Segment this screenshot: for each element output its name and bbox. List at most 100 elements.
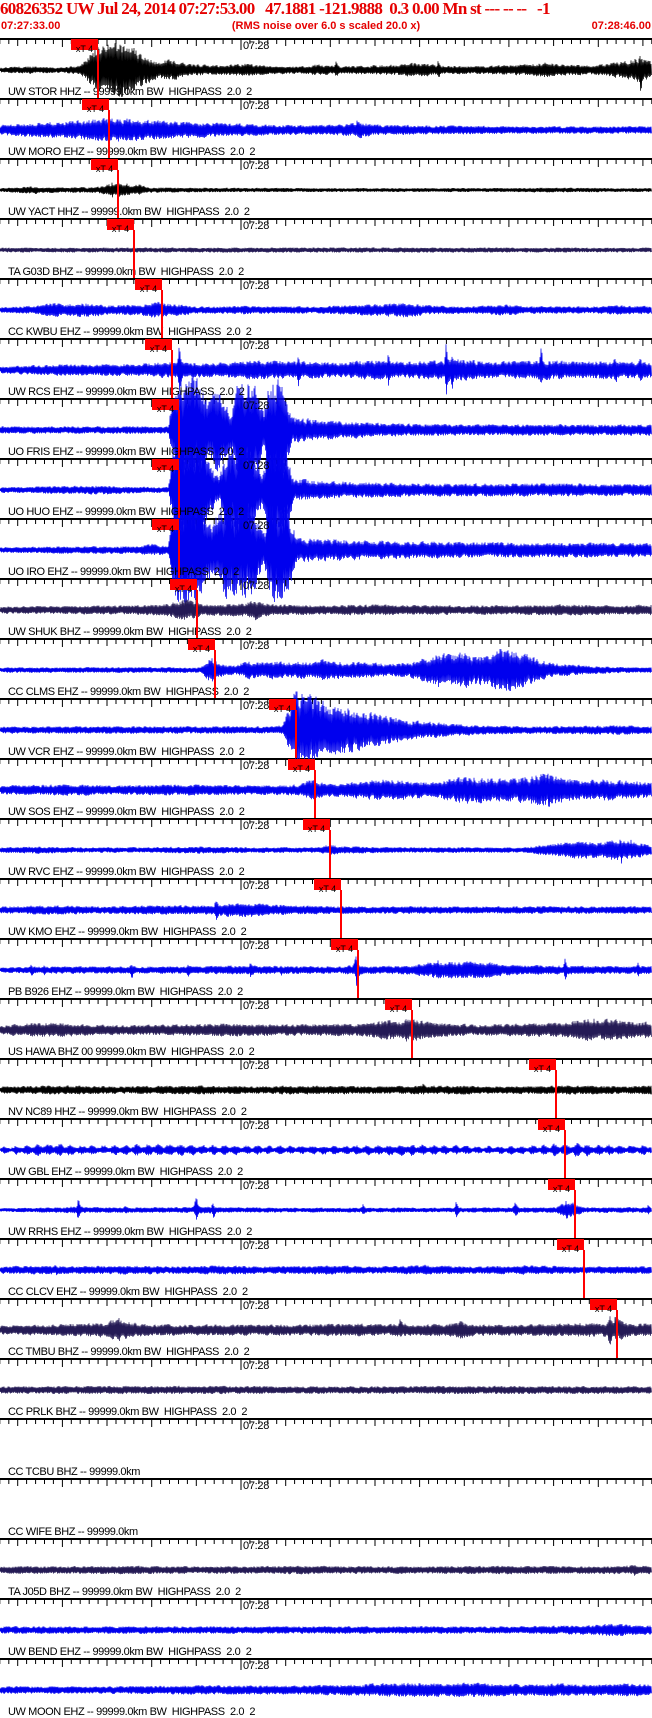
trace-panel-nc89[interactable]: 07:28 NV NC89 HHZ -- 99999.0km BW HIGHPA… bbox=[0, 1058, 652, 1118]
pick-flag[interactable]: xT 4 bbox=[170, 579, 197, 594]
pick-line[interactable] bbox=[295, 710, 297, 758]
trace-panel-yact[interactable]: 07:28 UW YACT HHZ -- 99999.0km BW HIGHPA… bbox=[0, 158, 652, 218]
pick-flag[interactable]: xT 4 bbox=[288, 759, 315, 774]
trace-panel-fris[interactable]: 07:28 UO FRIS EHZ -- 99999.0km BW HIGHPA… bbox=[0, 375, 652, 484]
time-tick-label: 07:28 bbox=[243, 580, 270, 592]
time-tick-label: 07:28 bbox=[243, 40, 270, 52]
pick-line[interactable] bbox=[214, 650, 216, 698]
pick-line[interactable] bbox=[117, 170, 119, 218]
pick-line[interactable] bbox=[340, 890, 342, 938]
trace-panel-clcv[interactable]: 07:28 CC CLCV EHZ -- 99999.0km BW HIGHPA… bbox=[0, 1238, 652, 1298]
pick-line[interactable] bbox=[564, 1130, 566, 1178]
pick-flag[interactable]: xT 4 bbox=[188, 639, 215, 654]
pick-flag[interactable]: xT 4 bbox=[529, 1059, 556, 1074]
pick-line[interactable] bbox=[108, 110, 110, 158]
event-header: 60826352 UW Jul 24, 2014 07:27:53.00 47.… bbox=[0, 0, 652, 38]
pick-flag[interactable]: xT 4 bbox=[269, 699, 296, 714]
waveform-trace bbox=[0, 1682, 652, 1698]
pick-line[interactable] bbox=[171, 350, 173, 398]
pick-flag-label: xT 4 bbox=[95, 164, 114, 174]
waveform-trace bbox=[0, 1316, 652, 1345]
pick-line[interactable] bbox=[357, 950, 359, 998]
pick-flag[interactable]: xT 4 bbox=[107, 219, 134, 234]
trace-panel-prlk[interactable]: 07:28 CC PRLK BHZ -- 99999.0km BW HIGHPA… bbox=[0, 1358, 652, 1418]
pick-line[interactable] bbox=[178, 470, 180, 518]
trace-panel-tmbu[interactable]: 07:28 CC TMBU BHZ -- 99999.0km BW HIGHPA… bbox=[0, 1298, 652, 1358]
pick-flag[interactable]: xT 4 bbox=[91, 159, 118, 174]
pick-flag[interactable]: xT 4 bbox=[135, 279, 162, 294]
trace-panel-vcr[interactable]: 07:28 UW VCR EHZ -- 99999.0km BW HIGHPAS… bbox=[0, 691, 652, 766]
pick-line[interactable] bbox=[616, 1310, 618, 1358]
trace-panel-gbl[interactable]: 07:28 UW GBL EHZ -- 99999.0km BW HIGHPAS… bbox=[0, 1118, 652, 1178]
waveform-trace bbox=[0, 901, 652, 920]
time-tick-label: 07:28 bbox=[243, 280, 270, 292]
trace-list: 07:28 UW STOR HHZ -- 99999.0km BW HIGHPA… bbox=[0, 38, 652, 1718]
pick-flag-label: xT 4 bbox=[292, 764, 311, 774]
pick-flag-label: xT 4 bbox=[542, 1124, 561, 1134]
pick-line[interactable] bbox=[196, 590, 198, 638]
pick-flag[interactable]: xT 4 bbox=[590, 1299, 617, 1314]
pick-line[interactable] bbox=[314, 770, 316, 818]
pick-line[interactable] bbox=[583, 1250, 585, 1298]
pick-line[interactable] bbox=[411, 1010, 413, 1058]
pick-flag-label: xT 4 bbox=[139, 284, 158, 294]
pick-line[interactable] bbox=[178, 410, 180, 458]
time-tick-label: 07:28 bbox=[243, 640, 270, 652]
seconds-tick-ruler bbox=[0, 1420, 652, 1430]
pick-line[interactable] bbox=[555, 1070, 557, 1118]
trace-panel-sos[interactable]: 07:28 UW SOS EHZ -- 99999.0km BW HIGHPAS… bbox=[0, 758, 652, 818]
seconds-tick-ruler bbox=[0, 280, 652, 290]
time-tick-label: 07:28 bbox=[243, 1360, 270, 1372]
trace-panel-huo[interactable]: 07:28 UO HUO EHZ -- 99999.0km BW HIGHPAS… bbox=[0, 437, 652, 543]
pick-flag-label: xT 4 bbox=[86, 104, 105, 114]
pick-flag[interactable]: xT 4 bbox=[385, 999, 412, 1014]
trace-panel-kwbu[interactable]: 07:28 CC KWBU EHZ -- 99999.0km BW HIGHPA… bbox=[0, 278, 652, 338]
pick-flag-label: xT 4 bbox=[75, 44, 94, 54]
pick-flag[interactable]: xT 4 bbox=[314, 879, 341, 894]
pick-flag[interactable]: xT 4 bbox=[152, 519, 179, 534]
trace-panel-kmo[interactable]: 07:28 UW KMO EHZ -- 99999.0km BW HIGHPAS… bbox=[0, 878, 652, 938]
time-tick-label: 07:28 bbox=[243, 400, 270, 412]
pick-line[interactable] bbox=[161, 290, 163, 338]
waveform-trace bbox=[0, 1565, 652, 1576]
pick-flag[interactable]: xT 4 bbox=[557, 1239, 584, 1254]
trace-panel-iro[interactable]: 07:28 UO IRO EHZ -- 99999.0km BW HIGHPAS… bbox=[0, 496, 652, 605]
pick-flag[interactable]: xT 4 bbox=[331, 939, 358, 954]
trace-panel-hawa[interactable]: 07:28 US HAWA BHZ 00 99999.0km BW HIGHPA… bbox=[0, 998, 652, 1058]
trace-panel-clms[interactable]: 07:28 CC CLMS EHZ -- 99999.0km BW HIGHPA… bbox=[0, 638, 652, 698]
pick-flag-label: xT 4 bbox=[307, 824, 326, 834]
trace-panel-moro[interactable]: 07:28 UW MORO EHZ -- 99999.0km BW HIGHPA… bbox=[0, 98, 652, 158]
trace-panel-j05d[interactable]: 07:28 TA J05D BHZ -- 99999.0km BW HIGHPA… bbox=[0, 1538, 652, 1598]
pick-line[interactable] bbox=[574, 1190, 576, 1238]
pick-line[interactable] bbox=[97, 50, 99, 98]
pick-flag[interactable]: xT 4 bbox=[145, 339, 172, 354]
pick-flag[interactable]: xT 4 bbox=[152, 399, 179, 414]
trace-panel-rvc[interactable]: 07:28 UW RVC EHZ -- 99999.0km BW HIGHPAS… bbox=[0, 818, 652, 878]
pick-line[interactable] bbox=[329, 830, 331, 878]
trace-panel-shuk[interactable]: 07:28 UW SHUK BHZ -- 99999.0km BW HIGHPA… bbox=[0, 578, 652, 638]
time-tick-label: 07:28 bbox=[243, 700, 270, 712]
trace-panel-g03d[interactable]: 07:28 TA G03D BHZ -- 99999.0km BW HIGHPA… bbox=[0, 218, 652, 278]
trace-panel-wife[interactable]: 07:28 CC WIFE BHZ -- 99999.0km bbox=[0, 1478, 652, 1538]
pick-flag[interactable]: xT 4 bbox=[548, 1179, 575, 1194]
trace-panel-moon[interactable]: 07:28 UW MOON EHZ -- 99999.0km BW HIGHPA… bbox=[0, 1658, 652, 1718]
trace-panel-tcbu[interactable]: 07:28 CC TCBU BHZ -- 99999.0km bbox=[0, 1418, 652, 1478]
trace-panel-b926[interactable]: 07:28 PB B926 EHZ -- 99999.0km BW HIGHPA… bbox=[0, 938, 652, 998]
trace-panel-bend[interactable]: 07:28 UW BEND EHZ -- 99999.0km BW HIGHPA… bbox=[0, 1598, 652, 1658]
pick-line[interactable] bbox=[133, 230, 135, 278]
pick-flag[interactable]: xT 4 bbox=[82, 99, 109, 114]
trace-panel-rrhs[interactable]: 07:28 UW RRHS EHZ -- 99999.0km BW HIGHPA… bbox=[0, 1178, 652, 1238]
station-label: UW BEND EHZ -- 99999.0km BW HIGHPASS 2.0… bbox=[8, 1646, 252, 1658]
pick-flag[interactable]: xT 4 bbox=[152, 459, 179, 474]
pick-flag[interactable]: xT 4 bbox=[538, 1119, 565, 1134]
trace-panel-stor[interactable]: 07:28 UW STOR HHZ -- 99999.0km BW HIGHPA… bbox=[0, 38, 652, 98]
pick-line[interactable] bbox=[178, 530, 180, 578]
pick-flag[interactable]: xT 4 bbox=[71, 39, 98, 54]
waveform-trace bbox=[0, 1018, 652, 1042]
trace-panel-rcs[interactable]: 07:28 UW RCS EHZ -- 99999.0km BW HIGHPAS… bbox=[0, 338, 652, 398]
pick-flag-label: xT 4 bbox=[156, 464, 175, 474]
time-tick-label: 07:28 bbox=[243, 1120, 270, 1132]
pick-flag[interactable]: xT 4 bbox=[303, 819, 330, 834]
station-label: UW RCS EHZ -- 99999.0km BW HIGHPASS 2.0 … bbox=[8, 386, 245, 398]
pick-flag-label: xT 4 bbox=[192, 644, 211, 654]
